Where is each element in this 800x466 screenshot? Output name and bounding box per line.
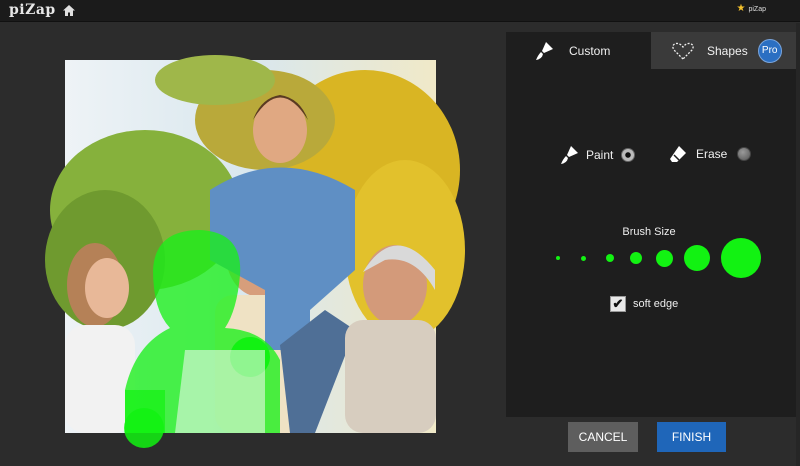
scrollbar[interactable] xyxy=(796,23,800,466)
tab-bar: Custom Shapes Pro xyxy=(506,32,796,69)
brush-size-2[interactable] xyxy=(580,255,586,261)
tab-shapes-label: Shapes xyxy=(707,43,748,58)
pro-badge: Pro xyxy=(757,38,782,63)
user-menu[interactable]: ★ piZap xyxy=(736,3,766,14)
home-icon[interactable] xyxy=(62,4,76,17)
erase-label: Erase xyxy=(696,147,728,161)
top-bar: piZap ★ piZap xyxy=(0,0,800,22)
brush-panel: Custom Shapes Pro Paint Erase Brush Size… xyxy=(506,32,796,417)
tab-custom[interactable]: Custom xyxy=(506,32,651,69)
photo-canvas[interactable] xyxy=(45,55,465,448)
paint-brush-icon xyxy=(561,146,578,164)
brush-size-1[interactable] xyxy=(556,256,560,260)
erase-mode-option[interactable]: Erase xyxy=(668,144,752,164)
paint-label: Paint xyxy=(586,148,614,162)
heart-outline-icon xyxy=(672,42,694,60)
brush-size-5[interactable] xyxy=(655,249,673,267)
cancel-button[interactable]: CANCEL xyxy=(568,422,638,452)
erase-radio[interactable] xyxy=(737,147,752,161)
brush-icon xyxy=(536,41,553,60)
soft-edge-option[interactable]: ✔ soft edge xyxy=(610,296,678,312)
star-icon: ★ xyxy=(736,3,746,14)
soft-edge-checkbox[interactable]: ✔ xyxy=(610,296,626,312)
user-name: piZap xyxy=(748,5,766,13)
brush-size-6[interactable] xyxy=(684,245,710,271)
soft-edge-label: soft edge xyxy=(633,298,679,310)
brush-size-7[interactable] xyxy=(721,238,761,278)
eraser-icon xyxy=(670,146,686,162)
pizap-logo[interactable]: piZap xyxy=(9,2,56,18)
tab-shapes[interactable]: Shapes Pro xyxy=(651,32,796,69)
paint-radio[interactable] xyxy=(621,148,636,162)
tab-custom-label: Custom xyxy=(569,43,611,58)
brush-size-label: Brush Size xyxy=(622,226,676,238)
paint-mode-option[interactable]: Paint xyxy=(558,144,636,166)
brush-size-3[interactable] xyxy=(606,254,614,262)
canvas-area xyxy=(0,23,506,466)
finish-button[interactable]: FINISH xyxy=(657,422,726,452)
brush-size-4[interactable] xyxy=(630,252,642,264)
